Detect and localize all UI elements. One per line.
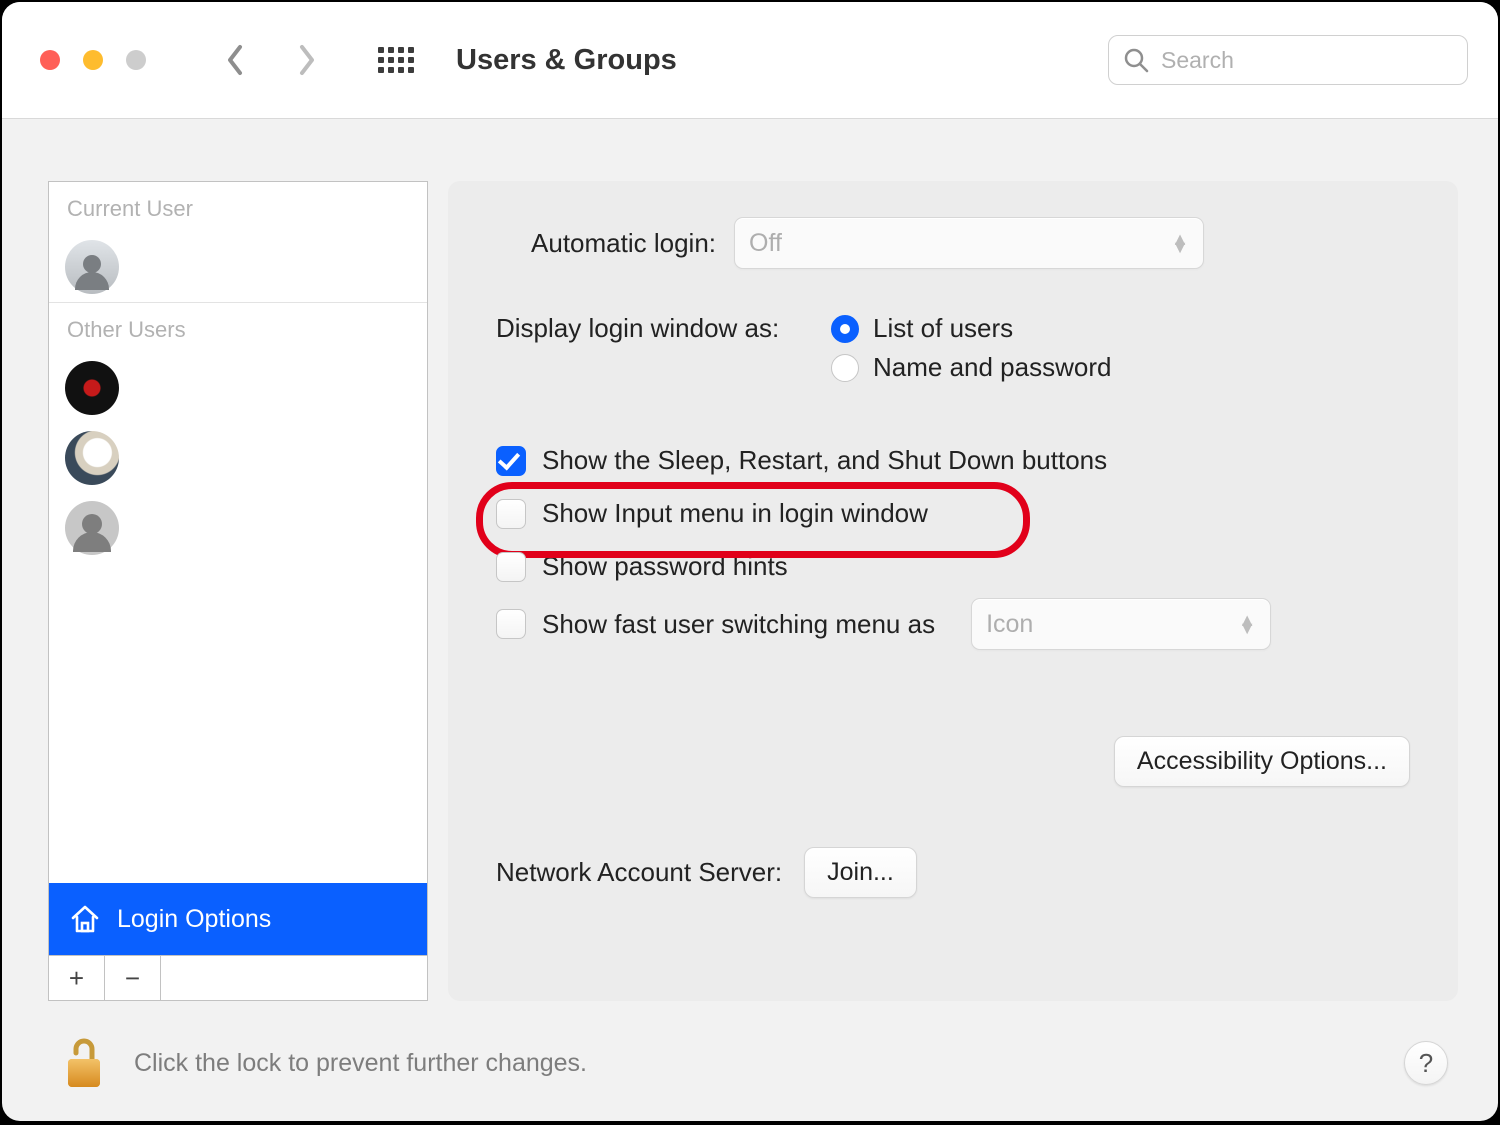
- radio-icon: [831, 354, 859, 382]
- checkbox-password-hints[interactable]: Show password hints: [496, 545, 1410, 588]
- help-button[interactable]: ?: [1404, 1041, 1448, 1085]
- forward-button[interactable]: [286, 40, 326, 80]
- user-row[interactable]: [49, 353, 427, 423]
- window-controls: [40, 50, 146, 70]
- checkbox-label: Show fast user switching menu as: [542, 609, 935, 640]
- accessibility-row: Accessibility Options...: [496, 736, 1410, 787]
- checkbox-input-menu[interactable]: Show Input menu in login window: [496, 486, 1410, 541]
- network-account-row: Network Account Server: Join...: [496, 847, 1410, 898]
- footer: Click the lock to prevent further change…: [2, 1011, 1498, 1121]
- checkbox-fast-user-switching[interactable]: Show fast user switching menu as Icon ▲▼: [496, 592, 1410, 656]
- search-input[interactable]: [1159, 46, 1453, 75]
- search-icon: [1123, 47, 1149, 73]
- radio-icon: [831, 315, 859, 343]
- preferences-window: Users & Groups Current User Other Users: [2, 2, 1498, 1121]
- current-user-header: Current User: [49, 182, 427, 232]
- checkbox-icon: [496, 499, 526, 529]
- automatic-login-row: Automatic login: Off ▲▼: [496, 217, 1410, 269]
- add-user-button[interactable]: +: [49, 956, 105, 1000]
- radio-label: List of users: [873, 313, 1013, 344]
- users-sidebar: Current User Other Users Login Options: [48, 181, 428, 1001]
- toolbar: Users & Groups: [2, 2, 1498, 119]
- select-value: Icon: [986, 610, 1033, 639]
- radio-label: Name and password: [873, 352, 1111, 383]
- automatic-login-value: Off: [749, 229, 782, 258]
- nav-buttons: [216, 40, 326, 80]
- home-icon: [69, 903, 101, 935]
- login-options-row[interactable]: Login Options: [49, 883, 427, 955]
- radio-name-and-password[interactable]: Name and password: [831, 352, 1111, 383]
- avatar: [65, 501, 119, 555]
- remove-user-button[interactable]: −: [105, 956, 161, 1000]
- stepper-icon: ▲▼: [1171, 235, 1189, 251]
- network-account-label: Network Account Server:: [496, 857, 782, 888]
- zoom-window-button[interactable]: [126, 50, 146, 70]
- checkbox-label: Show Input menu in login window: [542, 498, 928, 529]
- login-options-label: Login Options: [117, 905, 271, 934]
- avatar: [65, 240, 119, 294]
- login-options-panel: Automatic login: Off ▲▼ Display login wi…: [448, 181, 1458, 1001]
- avatar: [65, 431, 119, 485]
- sidebar-add-remove: + −: [49, 955, 427, 1000]
- accessibility-options-button[interactable]: Accessibility Options...: [1114, 736, 1410, 787]
- current-user-section: Current User: [49, 182, 427, 303]
- display-login-label: Display login window as:: [496, 313, 831, 344]
- checkbox-label: Show password hints: [542, 551, 788, 582]
- other-users-section: Other Users: [49, 303, 427, 563]
- lock-icon[interactable]: [62, 1035, 106, 1091]
- avatar: [65, 361, 119, 415]
- checkbox-icon: [496, 609, 526, 639]
- checkbox-label: Show the Sleep, Restart, and Shut Down b…: [542, 445, 1107, 476]
- other-users-header: Other Users: [49, 303, 427, 353]
- show-all-prefs-button[interactable]: [376, 40, 416, 80]
- stepper-icon: ▲▼: [1238, 616, 1256, 632]
- lock-help-text: Click the lock to prevent further change…: [134, 1049, 587, 1078]
- automatic-login-select[interactable]: Off ▲▼: [734, 217, 1204, 269]
- user-row[interactable]: [49, 493, 427, 563]
- radio-list-of-users[interactable]: List of users: [831, 313, 1111, 344]
- search-field[interactable]: [1108, 35, 1468, 85]
- automatic-login-label: Automatic login:: [496, 228, 716, 259]
- checkbox-icon: [496, 552, 526, 582]
- join-button[interactable]: Join...: [804, 847, 917, 898]
- checkbox-icon: [496, 446, 526, 476]
- close-window-button[interactable]: [40, 50, 60, 70]
- back-button[interactable]: [216, 40, 256, 80]
- display-login-radios: List of users Name and password: [831, 313, 1111, 391]
- body: Current User Other Users Login Options: [2, 119, 1498, 1001]
- minimize-window-button[interactable]: [83, 50, 103, 70]
- fast-user-switching-select[interactable]: Icon ▲▼: [971, 598, 1271, 650]
- user-row[interactable]: [49, 423, 427, 493]
- current-user-row[interactable]: [49, 232, 427, 302]
- pane-title: Users & Groups: [456, 44, 677, 77]
- checkbox-sleep-restart-shutdown[interactable]: Show the Sleep, Restart, and Shut Down b…: [496, 439, 1410, 482]
- display-login-row: Display login window as: List of users N…: [496, 313, 1410, 391]
